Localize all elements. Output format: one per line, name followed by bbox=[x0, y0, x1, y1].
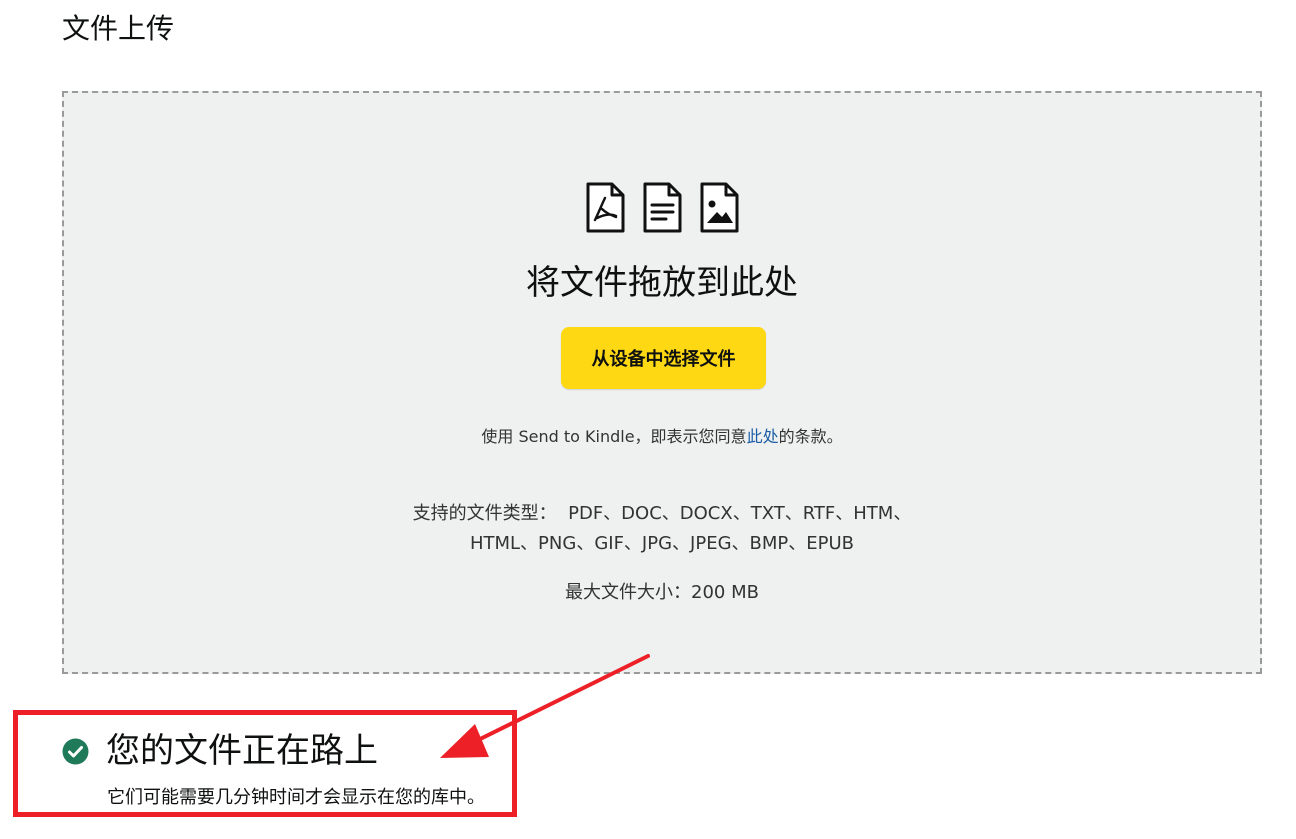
annotation-highlight-box bbox=[13, 710, 517, 817]
terms-suffix: 的条款。 bbox=[778, 427, 843, 446]
image-file-icon bbox=[699, 182, 740, 234]
supported-label: 支持的文件类型： bbox=[412, 503, 557, 524]
drop-heading: 将文件拖放到此处 bbox=[526, 263, 798, 303]
document-file-icon bbox=[642, 182, 683, 234]
supported-types-line-2: HTML、PNG、GIF、JPG、JPEG、BMP、EPUB bbox=[469, 533, 855, 554]
supported-file-types: 支持的文件类型： PDF、DOC、DOCX、TXT、RTF、HTM、 HTML、… bbox=[64, 499, 1260, 559]
file-dropzone[interactable]: 将文件拖放到此处 从设备中选择文件 使用 Send to Kindle，即表示您… bbox=[62, 91, 1262, 674]
supported-line-1: 支持的文件类型： PDF、DOC、DOCX、TXT、RTF、HTM、 bbox=[64, 499, 1260, 529]
page-title: 文件上传 bbox=[62, 12, 175, 45]
max-file-size: 最大文件大小：200 MB bbox=[64, 580, 1260, 606]
terms-link[interactable]: 此处 bbox=[747, 427, 779, 446]
max-size-value: 200 MB bbox=[691, 582, 759, 603]
terms-prefix: 使用 Send to Kindle，即表示您同意 bbox=[481, 427, 747, 446]
file-type-icons bbox=[64, 182, 1260, 234]
terms-text: 使用 Send to Kindle，即表示您同意此处的条款。 bbox=[64, 426, 1260, 448]
max-size-label: 最大文件大小： bbox=[565, 582, 692, 603]
supported-types-line-1: PDF、DOC、DOCX、TXT、RTF、HTM、 bbox=[568, 503, 912, 524]
choose-file-button[interactable]: 从设备中选择文件 bbox=[561, 327, 766, 389]
pdf-file-icon bbox=[585, 182, 626, 234]
